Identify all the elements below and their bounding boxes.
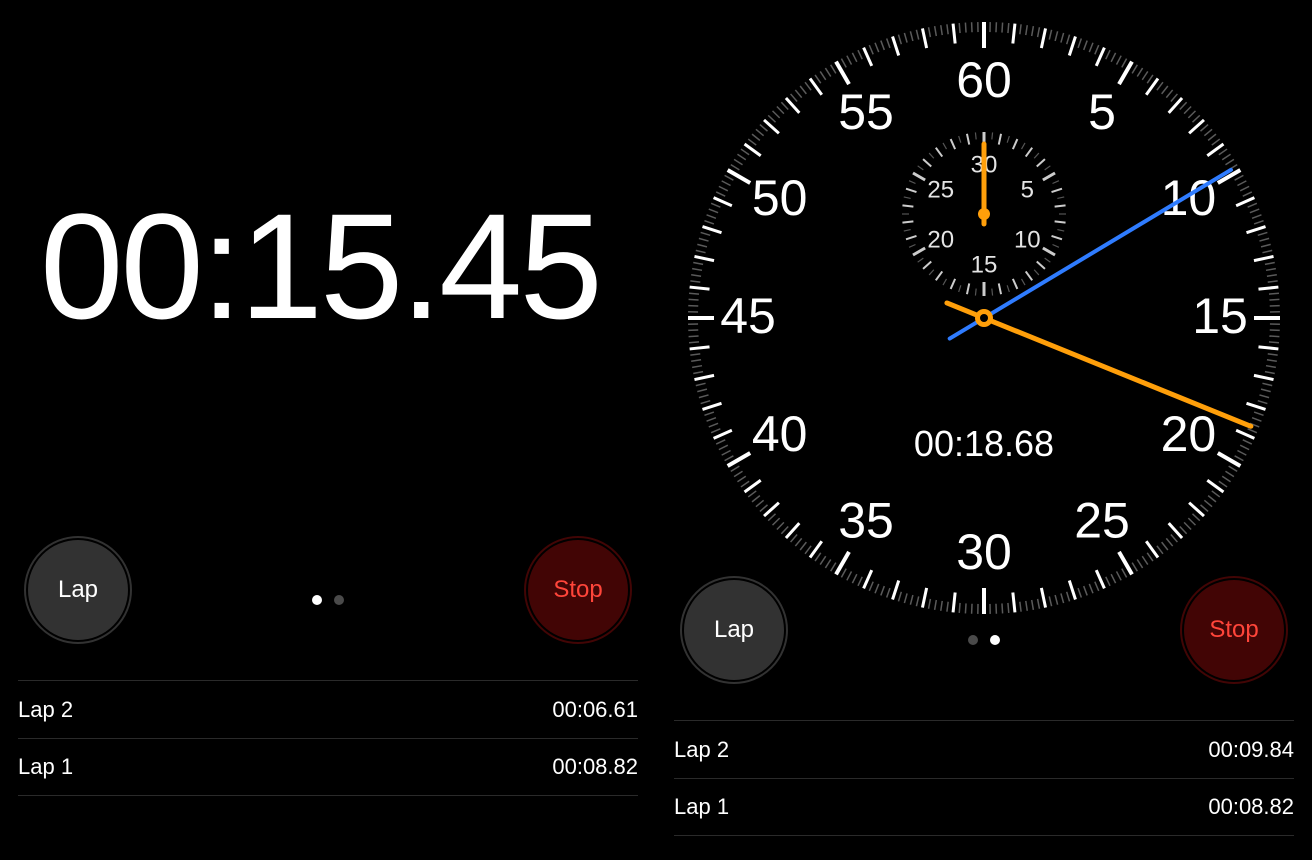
stop-button[interactable]: Stop [1184,580,1284,680]
stopwatch-digital-readout: 00:15.45 [40,180,600,353]
lap-time: 00:08.82 [552,754,638,780]
lap-row: Lap 2 00:09.84 [674,720,1294,778]
analog-dial[interactable]: 60510152025303540455055 30510152025 00:1… [684,18,1284,618]
svg-text:20: 20 [927,226,954,253]
svg-text:20: 20 [1161,406,1217,462]
svg-text:15: 15 [971,251,998,278]
lap-time: 00:08.82 [1208,794,1294,820]
svg-text:5: 5 [1088,84,1116,140]
svg-text:30: 30 [956,524,1012,580]
page-indicator[interactable] [968,635,1000,645]
lap-label: Lap 1 [674,794,729,820]
lap-label: Lap 2 [674,737,729,763]
lap-time: 00:06.61 [552,697,638,723]
lap-list: Lap 2 00:09.84 Lap 1 00:08.82 [674,720,1294,836]
stopwatch-analog-pane: 60510152025303540455055 30510152025 00:1… [656,0,1312,860]
svg-text:15: 15 [1192,288,1248,344]
svg-text:25: 25 [1074,493,1130,549]
analog-digital-readout: 00:18.68 [914,423,1054,465]
lap-button-label: Lap [58,576,98,604]
lap-label: Lap 1 [18,754,73,780]
page-dot-1 [312,595,322,605]
svg-text:60: 60 [956,52,1012,108]
stopwatch-digital-pane: 00:15.45 Lap Stop Lap 2 00:06.61 Lap 1 0… [0,0,656,860]
page-indicator[interactable] [312,595,344,605]
svg-text:5: 5 [1021,176,1034,203]
lap-row: Lap 2 00:06.61 [18,680,638,738]
svg-text:50: 50 [752,170,808,226]
svg-text:10: 10 [1161,170,1217,226]
stop-button-label: Stop [553,576,602,604]
lap-button-label: Lap [714,616,754,644]
stopwatch-controls: Lap Stop [0,540,656,660]
lap-row: Lap 1 00:08.82 [674,778,1294,836]
stopwatch-controls: Lap Stop [656,580,1312,700]
page-dot-1 [968,635,978,645]
lap-button[interactable]: Lap [28,540,128,640]
lap-label: Lap 2 [18,697,73,723]
lap-row: Lap 1 00:08.82 [18,738,638,796]
page-dot-2 [334,595,344,605]
svg-text:25: 25 [927,176,954,203]
svg-text:40: 40 [752,406,808,462]
svg-text:45: 45 [720,288,776,344]
page-dot-2 [990,635,1000,645]
svg-text:10: 10 [1014,226,1041,253]
lap-list: Lap 2 00:06.61 Lap 1 00:08.82 [18,680,638,796]
svg-text:55: 55 [838,84,894,140]
lap-time: 00:09.84 [1208,737,1294,763]
svg-text:35: 35 [838,493,894,549]
stop-button[interactable]: Stop [528,540,628,640]
stop-button-label: Stop [1209,616,1258,644]
lap-button[interactable]: Lap [684,580,784,680]
